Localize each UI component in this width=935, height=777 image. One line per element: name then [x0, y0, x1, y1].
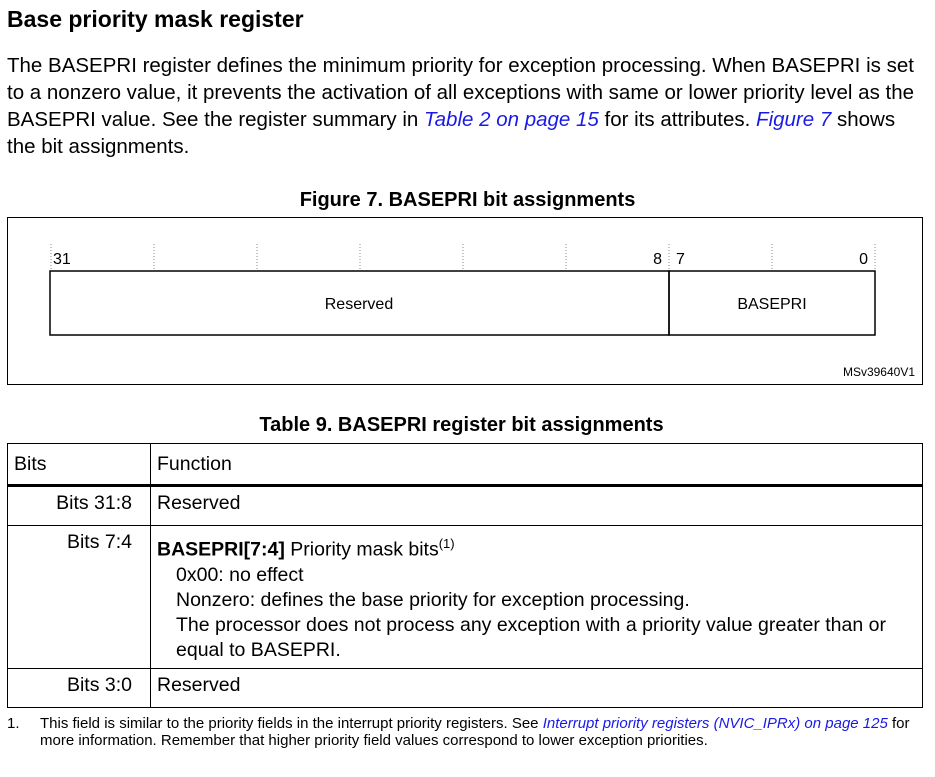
basepri-label: BASEPRI [737, 296, 806, 313]
row-function: Reserved [150, 485, 923, 526]
table-row: Bits 3:0 Reserved [7, 667, 923, 708]
desc-line: 0x00: no effect [176, 563, 304, 586]
bit-label-8: 8 [653, 251, 662, 268]
desc-line: The processor does not process any excep… [176, 613, 886, 661]
bit-label-31: 31 [53, 251, 71, 268]
footnote-text: This field is similar to the priority fi… [40, 715, 910, 749]
link-table-2[interactable]: Table 2 on page 15 [424, 108, 599, 131]
bit-label-7: 7 [676, 251, 685, 268]
table-row: Bits 31:8 Reserved [7, 485, 923, 526]
row-function: BASEPRI[7:4] Priority mask bits(1) 0x00:… [150, 525, 923, 669]
footnote-number: 1. [7, 715, 20, 732]
row-bits: Bits 7:4 [7, 525, 151, 669]
bit-assignments-table: Bits Function Bits 31:8 Reserved Bits 7:… [7, 443, 923, 708]
intro-text-2: for its attributes. [598, 108, 757, 131]
section-title: Base priority mask register [7, 6, 304, 32]
bit-ticks [50, 244, 876, 271]
figure-caption: Figure 7. BASEPRI bit assignments [299, 189, 636, 211]
bit-label-0: 0 [859, 251, 868, 268]
function-title: BASEPRI[7:4] Priority mask bits(1) [157, 531, 922, 563]
intro-paragraph: The BASEPRI register defines the minimum… [7, 52, 927, 160]
figure-box: 31 8 7 0 Reserved BASEPRI MSv39640V1 [7, 217, 923, 385]
row-function: Reserved [150, 667, 923, 708]
reserved-label: Reserved [325, 296, 393, 313]
footnote-ref[interactable]: (1) [439, 536, 455, 551]
table-header-row: Bits Function [7, 443, 923, 487]
link-nvic-ipr[interactable]: Interrupt priority registers (NVIC_IPRx)… [543, 715, 888, 732]
desc-line: Nonzero: defines the base priority for e… [176, 588, 690, 611]
function-rest: Priority mask bits [284, 538, 439, 561]
header-bits: Bits [7, 443, 151, 487]
row-bits: Bits 31:8 [7, 485, 151, 526]
row-bits: Bits 3:0 [7, 667, 151, 708]
footnote-text-1: This field is similar to the priority fi… [40, 715, 543, 732]
link-figure-7[interactable]: Figure 7 [756, 108, 831, 131]
figure-id: MSv39640V1 [842, 365, 915, 379]
function-description: 0x00: no effect Nonzero: defines the bas… [176, 563, 922, 663]
table-row: Bits 7:4 BASEPRI[7:4] Priority mask bits… [7, 525, 923, 669]
function-bold: BASEPRI[7:4] [157, 538, 285, 561]
bit-diagram: 31 8 7 0 Reserved BASEPRI [49, 244, 876, 336]
table-caption: Table 9. BASEPRI register bit assignment… [259, 414, 664, 436]
header-function: Function [150, 443, 923, 487]
